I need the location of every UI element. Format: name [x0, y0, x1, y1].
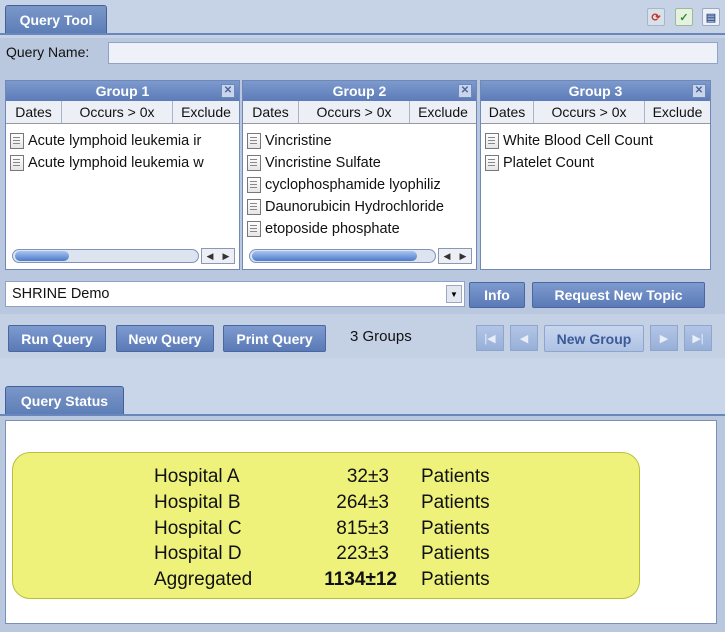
close-icon[interactable]: ✕: [458, 84, 472, 98]
run-query-button[interactable]: Run Query: [8, 325, 106, 352]
topic-select[interactable]: SHRINE Demo ▼: [5, 281, 465, 307]
unit-label: Patients: [421, 518, 490, 539]
unit-label: Patients: [421, 492, 490, 513]
print-icon[interactable]: ▤: [702, 8, 720, 26]
query-name-label: Query Name:: [6, 44, 90, 60]
site-name: Hospital D: [154, 543, 242, 564]
document-icon: [247, 177, 261, 193]
list-item[interactable]: Vincristine: [243, 130, 476, 152]
next-group-icon[interactable]: ▶: [650, 325, 678, 351]
horizontal-scrollbar[interactable]: [249, 249, 436, 263]
document-icon: [247, 221, 261, 237]
refresh-icon[interactable]: ⟳: [647, 8, 665, 26]
site-name: Hospital A: [154, 466, 240, 487]
group-title: Group 2 ✕: [243, 81, 476, 101]
new-query-button[interactable]: New Query: [116, 325, 214, 352]
topic-select-value: SHRINE Demo: [12, 286, 110, 302]
close-icon[interactable]: ✕: [692, 84, 706, 98]
print-query-button[interactable]: Print Query: [223, 325, 326, 352]
exclude-column[interactable]: Exclude: [645, 101, 710, 123]
check-icon[interactable]: ✓: [675, 8, 693, 26]
group-title: Group 1 ✕: [6, 81, 239, 101]
request-new-topic-button[interactable]: Request New Topic: [532, 282, 705, 308]
horizontal-scrollbar[interactable]: [12, 249, 199, 263]
chevron-down-icon[interactable]: ▼: [446, 285, 462, 303]
list-item[interactable]: Vincristine Sulfate: [243, 152, 476, 174]
query-status-tab[interactable]: Query Status: [5, 386, 124, 416]
site-name: Hospital C: [154, 518, 242, 539]
document-icon: [10, 155, 24, 171]
first-group-icon[interactable]: |◀: [476, 325, 504, 351]
header-divider: [0, 33, 725, 35]
scroll-thumb[interactable]: [252, 251, 417, 261]
dates-column[interactable]: Dates: [243, 101, 299, 123]
close-icon[interactable]: ✕: [221, 84, 235, 98]
document-icon: [485, 155, 499, 171]
list-item[interactable]: White Blood Cell Count: [481, 130, 710, 152]
scroll-thumb[interactable]: [15, 251, 69, 261]
last-group-icon[interactable]: ▶|: [684, 325, 712, 351]
exclude-column[interactable]: Exclude: [173, 101, 239, 123]
document-icon: [10, 133, 24, 149]
occurs-column[interactable]: Occurs > 0x: [62, 101, 173, 123]
document-icon: [247, 133, 261, 149]
arrow-right-icon[interactable]: ▶: [223, 251, 230, 262]
patient-count: 32±3: [346, 466, 389, 487]
occurs-column[interactable]: Occurs > 0x: [534, 101, 645, 123]
query-name-input[interactable]: [108, 42, 718, 64]
list-item[interactable]: Acute lymphoid leukemia w: [6, 152, 239, 174]
list-item[interactable]: cyclophosphamide lyophiliz: [243, 174, 476, 196]
document-icon: [485, 133, 499, 149]
prev-group-icon[interactable]: ◀: [510, 325, 538, 351]
arrow-left-icon[interactable]: ◀: [207, 251, 214, 262]
patient-count: 815±3: [336, 518, 389, 539]
group-panel-2[interactable]: Group 2 ✕ Dates Occurs > 0x Exclude Vincr…: [242, 80, 477, 270]
list-item[interactable]: Platelet Count: [481, 152, 710, 174]
scroll-arrows[interactable]: ◀ ▶: [438, 248, 472, 264]
document-icon: [247, 155, 261, 171]
info-button[interactable]: Info: [469, 282, 525, 308]
unit-label: Patients: [421, 543, 490, 564]
occurs-column[interactable]: Occurs > 0x: [299, 101, 410, 123]
list-item[interactable]: Daunorubicin Hydrochloride: [243, 196, 476, 218]
dates-column[interactable]: Dates: [481, 101, 534, 123]
dates-column[interactable]: Dates: [6, 101, 62, 123]
exclude-column[interactable]: Exclude: [410, 101, 476, 123]
patient-count: 264±3: [336, 492, 389, 513]
group-title: Group 3 ✕: [481, 81, 710, 101]
patient-count: 223±3: [336, 543, 389, 564]
unit-label: Patients: [421, 466, 490, 487]
group-panel-1[interactable]: Group 1 ✕ Dates Occurs > 0x Exclude Acute…: [5, 80, 240, 270]
query-tool-tab[interactable]: Query Tool: [5, 5, 107, 35]
group-panel-3[interactable]: Group 3 ✕ Dates Occurs > 0x Exclude White…: [480, 80, 711, 270]
arrow-left-icon[interactable]: ◀: [444, 251, 451, 262]
aggregated-count: 1134±12: [324, 569, 397, 590]
scroll-arrows[interactable]: ◀ ▶: [201, 248, 235, 264]
group-count: 3 Groups: [350, 328, 412, 345]
unit-label: Patients: [421, 569, 490, 590]
list-item[interactable]: Acute lymphoid leukemia ir: [6, 130, 239, 152]
status-divider: [0, 414, 725, 416]
document-icon: [247, 199, 261, 215]
list-item[interactable]: etoposide phosphate: [243, 218, 476, 240]
arrow-right-icon[interactable]: ▶: [460, 251, 467, 262]
new-group-button[interactable]: New Group: [544, 325, 644, 352]
site-name: Hospital B: [154, 492, 241, 513]
site-name: Aggregated: [154, 569, 253, 590]
